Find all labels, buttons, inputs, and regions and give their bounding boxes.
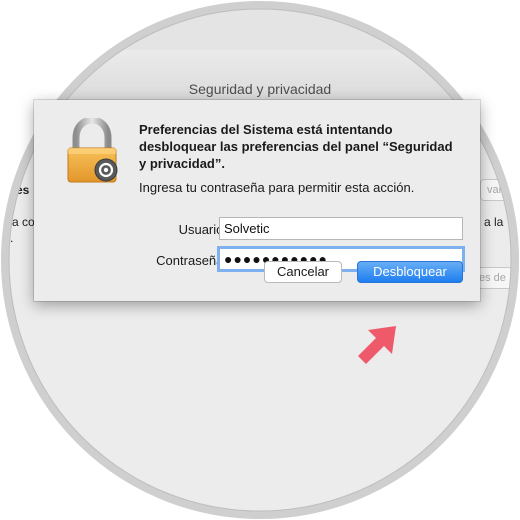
auth-dialog: Preferencias del Sistema está intentando… [34,100,480,301]
pointer-arrow-icon [358,326,396,364]
dialog-title: Preferencias del Sistema está intentando… [139,122,453,171]
username-field[interactable] [219,217,463,240]
dialog-subtitle: Ingresa tu contraseña para permitir esta… [139,180,415,195]
cancel-button[interactable]: Cancelar [264,261,342,283]
padlock-icon [67,118,118,183]
screenshot-stage: Seguridad y privacidad es a co . var a l… [0,0,520,520]
unlock-button[interactable]: Desbloquear [357,261,463,283]
